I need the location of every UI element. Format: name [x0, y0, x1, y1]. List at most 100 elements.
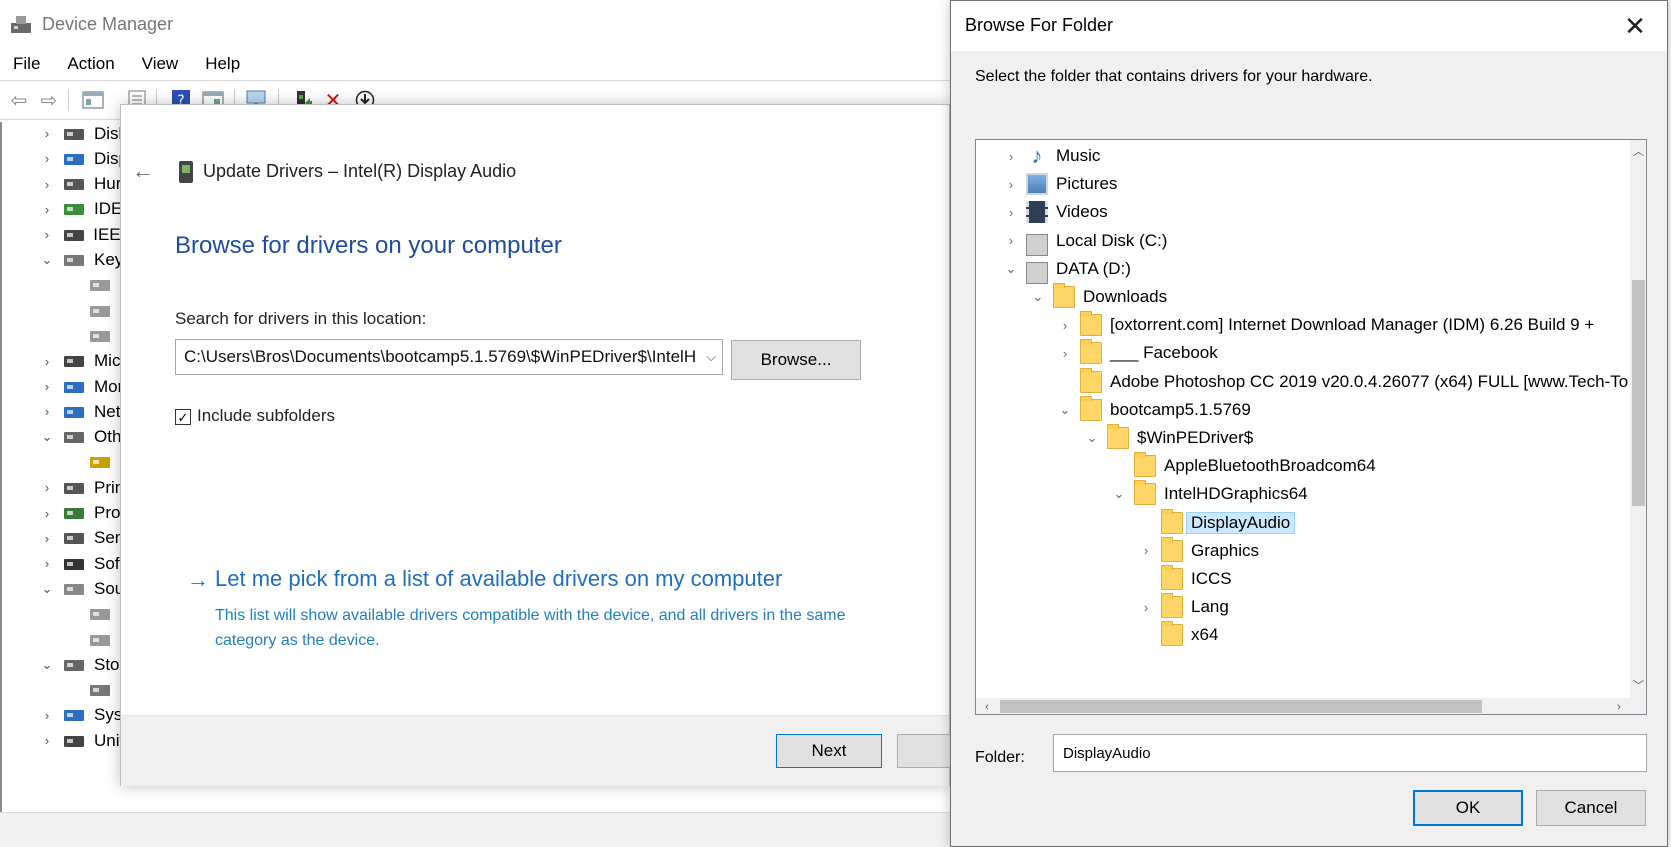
folder-tree-item[interactable]: x64	[1137, 621, 1218, 649]
chevron-right-icon[interactable]: ›	[1002, 227, 1020, 255]
device-tree-item[interactable]: › Mic	[2, 348, 130, 375]
folder-tree-item[interactable]: › Lang	[1137, 593, 1229, 621]
device-tree-item[interactable]: ⌄ Stor	[2, 651, 130, 678]
chevron-right-icon[interactable]: ›	[40, 480, 54, 495]
chevron-down-icon[interactable]: ⌄	[40, 429, 54, 445]
device-tree-item[interactable]: › Univ	[2, 727, 130, 754]
folder-tree-item[interactable]: › ♪ Music	[1002, 142, 1101, 170]
device-tree-item[interactable]: › Soft	[2, 550, 130, 577]
chevron-right-icon[interactable]: ›	[40, 354, 54, 369]
properties-view-icon[interactable]	[80, 87, 106, 113]
chevron-right-icon[interactable]: ›	[1056, 311, 1074, 339]
folder-tree-item[interactable]: Adobe Photoshop CC 2019 v20.0.4.26077 (x…	[1056, 367, 1628, 396]
chevron-right-icon[interactable]: ›	[40, 227, 54, 242]
back-arrow-icon[interactable]: ←	[131, 158, 155, 183]
folder-tree-item[interactable]: ⌄ Downloads	[1029, 283, 1167, 311]
driver-path-input[interactable]	[175, 339, 723, 375]
horizontal-scroll-thumb[interactable]	[1000, 700, 1482, 713]
include-subfolders-checkbox[interactable]: ✓	[175, 409, 191, 425]
device-tree-item[interactable]	[2, 626, 130, 653]
scroll-up-icon[interactable]: ︿	[1630, 142, 1646, 160]
chevron-down-icon[interactable]: ⌄	[1056, 396, 1074, 424]
device-tree-item[interactable]: ⌄ Key	[2, 247, 130, 274]
device-tree-item[interactable]: › Disp	[2, 145, 130, 172]
device-tree-item[interactable]: › Proc	[2, 500, 130, 527]
forward-arrow-icon[interactable]: ⇨	[36, 87, 62, 113]
folder-tree-item[interactable]: ⌄ DATA (D:)	[1002, 255, 1131, 284]
device-tree-item[interactable]	[2, 677, 130, 704]
chevron-right-icon[interactable]: ›	[40, 202, 54, 217]
horizontal-scrollbar[interactable]: ‹ ›	[976, 698, 1630, 714]
folder-tree-item[interactable]: › ___ Facebook	[1056, 339, 1218, 367]
chevron-down-icon[interactable]: ⌄	[40, 657, 54, 673]
chevron-right-icon[interactable]: ›	[40, 151, 54, 166]
menu-file[interactable]: File	[13, 54, 40, 74]
device-tree-item[interactable]: › Prin	[2, 474, 130, 501]
chevron-right-icon[interactable]: ›	[40, 708, 54, 723]
vertical-scroll-thumb[interactable]	[1632, 280, 1645, 506]
device-tree-item[interactable]: › Syst	[2, 702, 130, 729]
close-icon[interactable]: ✕	[1615, 7, 1655, 45]
folder-tree-item[interactable]: › Videos	[1002, 198, 1108, 226]
chevron-right-icon[interactable]: ›	[40, 506, 54, 521]
chevron-right-icon[interactable]: ›	[1137, 537, 1155, 565]
device-tree-item[interactable]	[2, 449, 130, 476]
chevron-right-icon[interactable]: ›	[40, 531, 54, 546]
device-tree-item[interactable]	[2, 297, 130, 324]
folder-tree-item[interactable]: ⌄ IntelHDGraphics64	[1110, 480, 1308, 508]
chevron-right-icon[interactable]: ›	[40, 379, 54, 394]
cancel-button[interactable]: Cancel	[1536, 790, 1646, 826]
chevron-down-icon[interactable]: ⌵	[701, 340, 721, 374]
scroll-left-icon[interactable]: ‹	[978, 698, 996, 714]
chevron-right-icon[interactable]: ›	[40, 404, 54, 419]
device-tree-item[interactable]: › Sen	[2, 525, 130, 552]
device-tree-item[interactable]: › Disk	[2, 122, 130, 147]
menu-help[interactable]: Help	[205, 54, 240, 74]
menu-view[interactable]: View	[142, 54, 179, 74]
device-tree-item[interactable]: › Hur	[2, 171, 130, 198]
folder-tree[interactable]: › ♪ Music › Pictures › Videos › Local Disk (C:) ⌄…	[975, 139, 1647, 715]
menu-action[interactable]: Action	[67, 54, 114, 74]
device-tree-item[interactable]	[2, 322, 130, 349]
folder-tree-item[interactable]: › Graphics	[1137, 536, 1259, 565]
folder-tree-item[interactable]: AppleBluetoothBroadcom64	[1110, 452, 1376, 480]
vertical-scrollbar[interactable]: ︿ ﹀	[1630, 140, 1646, 698]
chevron-right-icon[interactable]: ›	[1002, 170, 1020, 198]
chevron-right-icon[interactable]: ›	[1002, 198, 1020, 226]
chevron-right-icon[interactable]: ›	[1137, 593, 1155, 621]
chevron-down-icon[interactable]: ⌄	[1002, 255, 1020, 283]
folder-tree-item[interactable]: ⌄ bootcamp5.1.5769	[1056, 395, 1251, 424]
device-tree-item[interactable]: ⌄ Sou	[2, 575, 130, 602]
chevron-right-icon[interactable]: ›	[40, 126, 54, 141]
folder-tree-item[interactable]: DisplayAudio	[1137, 508, 1296, 537]
chevron-down-icon[interactable]: ⌄	[40, 252, 54, 268]
chevron-down-icon[interactable]: ⌄	[1083, 424, 1101, 452]
chevron-right-icon[interactable]: ›	[40, 733, 54, 748]
browse-button[interactable]: Browse...	[731, 340, 861, 380]
device-tree-item[interactable]: › IDE	[2, 196, 130, 223]
folder-tree-item[interactable]: › Pictures	[1002, 170, 1117, 198]
folder-tree-item[interactable]: ICCS	[1137, 565, 1232, 593]
folder-tree-item[interactable]: › [oxtorrent.com] Internet Download Manag…	[1056, 311, 1594, 339]
scroll-down-icon[interactable]: ﹀	[1630, 676, 1646, 694]
chevron-down-icon[interactable]: ⌄	[1110, 480, 1128, 508]
chevron-right-icon[interactable]: ›	[40, 556, 54, 571]
chevron-right-icon[interactable]: ›	[40, 177, 54, 192]
folder-tree-item[interactable]: › Local Disk (C:)	[1002, 227, 1167, 256]
back-arrow-icon[interactable]: ⇦	[6, 87, 32, 113]
chevron-down-icon[interactable]: ⌄	[1029, 283, 1047, 311]
ok-button[interactable]: OK	[1413, 790, 1523, 826]
chevron-down-icon[interactable]: ⌄	[40, 581, 54, 597]
device-tree-item[interactable]	[2, 601, 130, 628]
chevron-right-icon[interactable]: ›	[1056, 339, 1074, 367]
device-tree-item[interactable]: › Mor	[2, 373, 130, 400]
pick-driver-link[interactable]: Let me pick from a list of available dri…	[215, 566, 782, 592]
scroll-right-icon[interactable]: ›	[1610, 698, 1628, 714]
device-tree-item[interactable]: › Net	[2, 398, 130, 425]
chevron-right-icon[interactable]: ›	[1002, 142, 1020, 170]
next-button[interactable]: Next	[776, 734, 882, 768]
device-tree-item[interactable]: ⌄ Oth	[2, 424, 130, 451]
device-tree-item[interactable]: › IEEE	[2, 221, 130, 248]
folder-input[interactable]	[1053, 734, 1647, 772]
device-tree-item[interactable]	[2, 272, 130, 299]
